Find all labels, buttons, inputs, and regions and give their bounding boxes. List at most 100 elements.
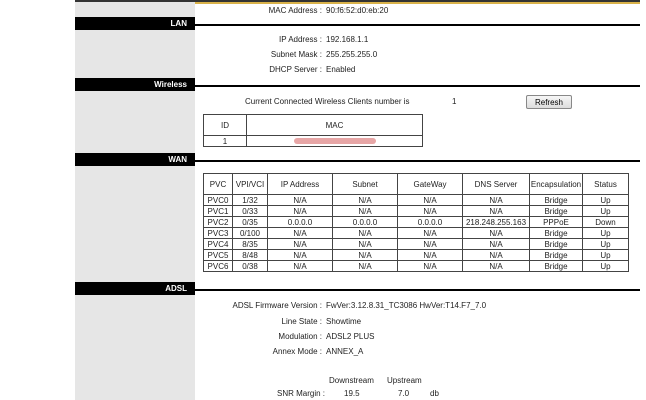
lan-dhcp-row: DHCP Server : Enabled [195, 64, 640, 76]
wan-cell: 8/48 [232, 249, 268, 261]
lan-mask-label: Subnet Mask : [270, 50, 322, 59]
wan-cell: N/A [462, 194, 530, 206]
lan-mask-row: Subnet Mask : 255.255.255.0 [195, 49, 640, 61]
table-row: 1 [203, 135, 423, 147]
wan-cell: 0.0.0.0 [332, 216, 398, 228]
wan-cell: N/A [462, 238, 530, 250]
wan-cell: N/A [267, 227, 333, 239]
wan-header-vpi-vci: VPI/VCI [232, 173, 268, 195]
adsl-annex-label: Annex Mode : [272, 347, 322, 356]
redaction-mark [293, 138, 376, 145]
wan-cell: Up [582, 205, 629, 217]
table-row: PVC3 0/100 N/A N/A N/A N/A Bridge Up [203, 227, 629, 239]
wan-cell: N/A [267, 205, 333, 217]
wan-cell: Bridge [529, 194, 583, 206]
wan-cell: N/A [397, 260, 463, 272]
table-header-row: PVC VPI/VCI IP Address Subnet GateWay DN… [203, 173, 629, 195]
wan-cell: N/A [462, 249, 530, 261]
wan-cell: Up [582, 249, 629, 261]
section-divider-wan [195, 160, 640, 162]
table-header-id: ID [203, 114, 247, 136]
wan-cell: Bridge [529, 205, 583, 217]
wan-cell: N/A [397, 249, 463, 261]
wan-cell: N/A [462, 227, 530, 239]
wan-cell: 0.0.0.0 [267, 216, 333, 228]
wan-cell: PVC0 [203, 194, 233, 206]
adsl-modulation-value: ADSL2 PLUS [326, 332, 375, 341]
wan-cell: Bridge [529, 249, 583, 261]
mac-address-label: MAC Address : [268, 6, 322, 15]
wan-cell: Bridge [529, 227, 583, 239]
adsl-firmware-label: ADSL Firmware Version : [232, 301, 322, 310]
adsl-modulation-label: Modulation : [278, 332, 322, 341]
section-header-lan: LAN [75, 17, 195, 30]
table-row: PVC1 0/33 N/A N/A N/A N/A Bridge Up [203, 205, 629, 217]
section-divider-wireless [195, 85, 640, 87]
table-row: PVC4 8/35 N/A N/A N/A N/A Bridge Up [203, 238, 629, 250]
section-divider-adsl [195, 289, 640, 291]
wan-cell: N/A [332, 227, 398, 239]
wan-header-subnet: Subnet [332, 173, 398, 195]
table-row: PVC2 0/35 0.0.0.0 0.0.0.0 0.0.0.0 218.248.255… [203, 216, 629, 228]
table-row: PVC0 1/32 N/A N/A N/A N/A Bridge Up [203, 194, 629, 206]
wan-cell: Down [582, 216, 629, 228]
lan-dhcp-label: DHCP Server : [269, 65, 322, 74]
wan-cell: N/A [267, 238, 333, 250]
wireless-clients-count: 1 [452, 97, 457, 106]
wan-cell: N/A [462, 205, 530, 217]
lan-mask-value: 255.255.255.0 [326, 50, 378, 59]
wan-cell: PVC3 [203, 227, 233, 239]
wan-cell: N/A [332, 205, 398, 217]
snr-unit: db [430, 389, 439, 398]
wan-cell: Up [582, 238, 629, 250]
wan-cell: N/A [267, 260, 333, 272]
wan-cell: Up [582, 194, 629, 206]
table-header-row: ID MAC [203, 114, 423, 136]
wan-cell: 0/35 [232, 216, 268, 228]
client-mac-redacted [246, 135, 423, 147]
snr-downstream-value: 19.5 [344, 389, 360, 398]
wan-cell: Bridge [529, 238, 583, 250]
lan-dhcp-value: Enabled [326, 65, 356, 74]
wan-header-ip-address: IP Address [267, 173, 333, 195]
adsl-firmware-row: ADSL Firmware Version : FwVer:3.12.8.31_… [195, 300, 640, 312]
wan-cell: N/A [332, 194, 398, 206]
wan-cell: N/A [332, 260, 398, 272]
adsl-annex-row: Annex Mode : ANNEX_A [195, 346, 640, 358]
wan-cell: PVC6 [203, 260, 233, 272]
table-header-mac: MAC [246, 114, 423, 136]
section-header-adsl: ADSL [75, 282, 195, 295]
adsl-line-state-row: Line State : Showtime [195, 316, 640, 328]
snr-upstream-value: 7.0 [398, 389, 410, 398]
wan-cell: PPPoE [529, 216, 583, 228]
refresh-button[interactable]: Refresh [526, 95, 572, 109]
wireless-clients-table: ID MAC 1 [203, 114, 423, 147]
mac-address-value: 90:f6:52:d0:eb:20 [326, 6, 389, 15]
top-accent [195, 2, 640, 4]
adsl-line-state-value: Showtime [326, 317, 362, 326]
client-id: 1 [203, 135, 247, 147]
adsl-annex-value: ANNEX_A [326, 347, 364, 356]
wan-cell: N/A [332, 249, 398, 261]
section-header-wireless: Wireless [75, 78, 195, 91]
wan-header-encapsulation: Encapsulation [529, 173, 583, 195]
wan-header-pvc: PVC [203, 173, 233, 195]
wan-cell: PVC4 [203, 238, 233, 250]
section-divider-lan [195, 24, 640, 26]
wan-cell: N/A [397, 205, 463, 217]
wan-cell: PVC1 [203, 205, 233, 217]
wan-cell: 1/32 [232, 194, 268, 206]
lan-ip-label: IP Address : [279, 35, 322, 44]
wan-header-status: Status [582, 173, 629, 195]
wan-cell: N/A [397, 238, 463, 250]
wan-cell: N/A [332, 238, 398, 250]
wan-cell: PVC5 [203, 249, 233, 261]
wan-header-dns-server: DNS Server [462, 173, 530, 195]
wan-cell: 0/100 [232, 227, 268, 239]
wan-cell: N/A [267, 249, 333, 261]
wan-cell: 0.0.0.0 [397, 216, 463, 228]
wan-cell: N/A [462, 260, 530, 272]
wireless-clients-text: Current Connected Wireless Clients numbe… [245, 97, 410, 106]
wan-cell: 0/38 [232, 260, 268, 272]
wan-cell: 218.248.255.163 [462, 216, 530, 228]
